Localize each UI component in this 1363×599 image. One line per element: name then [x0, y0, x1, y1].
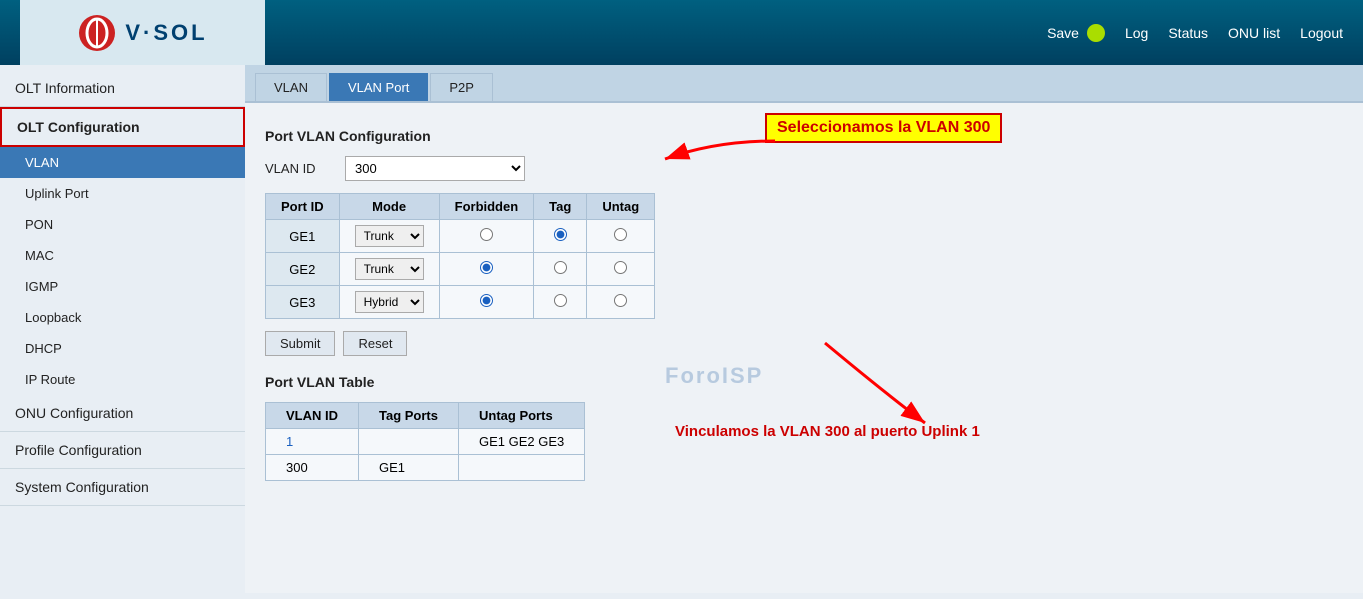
tag-ge3-radio[interactable] [554, 294, 567, 307]
tab-vlan[interactable]: VLAN [255, 73, 327, 101]
tag-ge1-radio[interactable] [554, 228, 567, 241]
tag-ge2-radio[interactable] [554, 261, 567, 274]
sidebar-item-olt-information[interactable]: OLT Information [0, 70, 245, 107]
save-label[interactable]: Save [1047, 25, 1079, 41]
col-mode: Mode [339, 194, 439, 220]
col-port-id: Port ID [266, 194, 340, 220]
forbidden-ge2-radio[interactable] [480, 261, 493, 274]
table-row: 1 GE1 GE2 GE3 [266, 429, 585, 455]
vsol-logo-icon [77, 13, 117, 53]
mode-ge3-cell: Trunk Access Hybrid [339, 286, 439, 319]
mode-ge2-cell: Trunk Access Hybrid [339, 253, 439, 286]
reset-button[interactable]: Reset [343, 331, 407, 356]
content-area: VLAN VLAN Port P2P Seleccionamos la VLAN… [245, 65, 1363, 599]
header-right: Save Log Status ONU list Logout [1047, 24, 1343, 42]
pvt-row2-vlan-id: 300 [266, 455, 359, 481]
table-row: GE2 Trunk Access Hybrid [266, 253, 655, 286]
pvt-row1-tag-ports [359, 429, 459, 455]
untag-ge2-radio[interactable] [614, 261, 627, 274]
pvt-row2-untag-ports [459, 455, 585, 481]
untag-ge2-cell [587, 253, 655, 286]
untag-ge3-radio[interactable] [614, 294, 627, 307]
pvt-col-untag-ports: Untag Ports [459, 403, 585, 429]
tab-vlan-port[interactable]: VLAN Port [329, 73, 428, 101]
col-forbidden: Forbidden [439, 194, 534, 220]
arrow-vlan-select [445, 111, 785, 191]
tab-p2p[interactable]: P2P [430, 73, 493, 101]
submit-button[interactable]: Submit [265, 331, 335, 356]
table-row: GE1 Trunk Access Hybrid [266, 220, 655, 253]
forbidden-ge3-cell [439, 286, 534, 319]
arrow-uplink-binding [725, 333, 1005, 433]
untag-ge3-cell [587, 286, 655, 319]
annotation-uplink-binding: Vinculamos la VLAN 300 al puerto Uplink … [675, 423, 980, 440]
tag-ge1-cell [534, 220, 587, 253]
sidebar-sub-vlan[interactable]: VLAN [0, 147, 245, 178]
sidebar-sub-ip-route[interactable]: IP Route [0, 364, 245, 395]
logo-area: V·SOL [20, 0, 265, 65]
status-indicator [1087, 24, 1105, 42]
config-table: Port ID Mode Forbidden Tag Untag GE1 Tru… [265, 193, 655, 319]
log-button[interactable]: Log [1125, 25, 1148, 41]
mode-ge3-select[interactable]: Trunk Access Hybrid [355, 291, 424, 313]
pvt-col-tag-ports: Tag Ports [359, 403, 459, 429]
untag-ge1-radio[interactable] [614, 228, 627, 241]
sidebar-sub-uplink-port[interactable]: Uplink Port [0, 178, 245, 209]
forbidden-ge3-radio[interactable] [480, 294, 493, 307]
sidebar-sub-mac[interactable]: MAC [0, 240, 245, 271]
vlan-id-row: VLAN ID 300 1 [265, 156, 1343, 181]
table-row: 300 GE1 [266, 455, 585, 481]
pvt-row2-tag-ports: GE1 [359, 455, 459, 481]
pvt-row1-vlan-id: 1 [266, 429, 359, 455]
sidebar-item-onu-configuration[interactable]: ONU Configuration [0, 395, 245, 432]
annotation-vlan-selection: Seleccionamos la VLAN 300 [765, 113, 1002, 143]
header: V·SOL Save Log Status ONU list Logout [0, 0, 1363, 65]
pvt-row1-untag-ports: GE1 GE2 GE3 [459, 429, 585, 455]
sidebar-sub-dhcp[interactable]: DHCP [0, 333, 245, 364]
port-ge2: GE2 [266, 253, 340, 286]
port-ge3: GE3 [266, 286, 340, 319]
col-tag: Tag [534, 194, 587, 220]
sidebar: OLT Information OLT Configuration VLAN U… [0, 65, 245, 599]
logout-button[interactable]: Logout [1300, 25, 1343, 41]
logo-text: V·SOL [125, 20, 207, 46]
sidebar-sub-pon[interactable]: PON [0, 209, 245, 240]
main-layout: OLT Information OLT Configuration VLAN U… [0, 65, 1363, 599]
table-row: GE3 Trunk Access Hybrid [266, 286, 655, 319]
sidebar-item-profile-configuration[interactable]: Profile Configuration [0, 432, 245, 469]
status-button[interactable]: Status [1168, 25, 1208, 41]
vlan-id-label: VLAN ID [265, 161, 335, 176]
onu-list-button[interactable]: ONU list [1228, 25, 1280, 41]
untag-ge1-cell [587, 220, 655, 253]
sidebar-sub-igmp[interactable]: IGMP [0, 271, 245, 302]
port-ge1: GE1 [266, 220, 340, 253]
forbidden-ge1-cell [439, 220, 534, 253]
tag-ge3-cell [534, 286, 587, 319]
mode-ge2-select[interactable]: Trunk Access Hybrid [355, 258, 424, 280]
mode-ge1-select[interactable]: Trunk Access Hybrid [355, 225, 424, 247]
mode-ge1-cell: Trunk Access Hybrid [339, 220, 439, 253]
inner-content: Seleccionamos la VLAN 300 Port VLAN Conf… [245, 103, 1363, 593]
forbidden-ge1-radio[interactable] [480, 228, 493, 241]
save-area: Save [1047, 24, 1105, 42]
pvt-col-vlan-id: VLAN ID [266, 403, 359, 429]
tab-bar: VLAN VLAN Port P2P [245, 65, 1363, 103]
forbidden-ge2-cell [439, 253, 534, 286]
tag-ge2-cell [534, 253, 587, 286]
sidebar-item-system-configuration[interactable]: System Configuration [0, 469, 245, 506]
sidebar-item-olt-configuration[interactable]: OLT Configuration [0, 107, 245, 147]
col-untag: Untag [587, 194, 655, 220]
sidebar-sub-loopback[interactable]: Loopback [0, 302, 245, 333]
port-vlan-table: VLAN ID Tag Ports Untag Ports 1 GE1 GE2 … [265, 402, 585, 481]
